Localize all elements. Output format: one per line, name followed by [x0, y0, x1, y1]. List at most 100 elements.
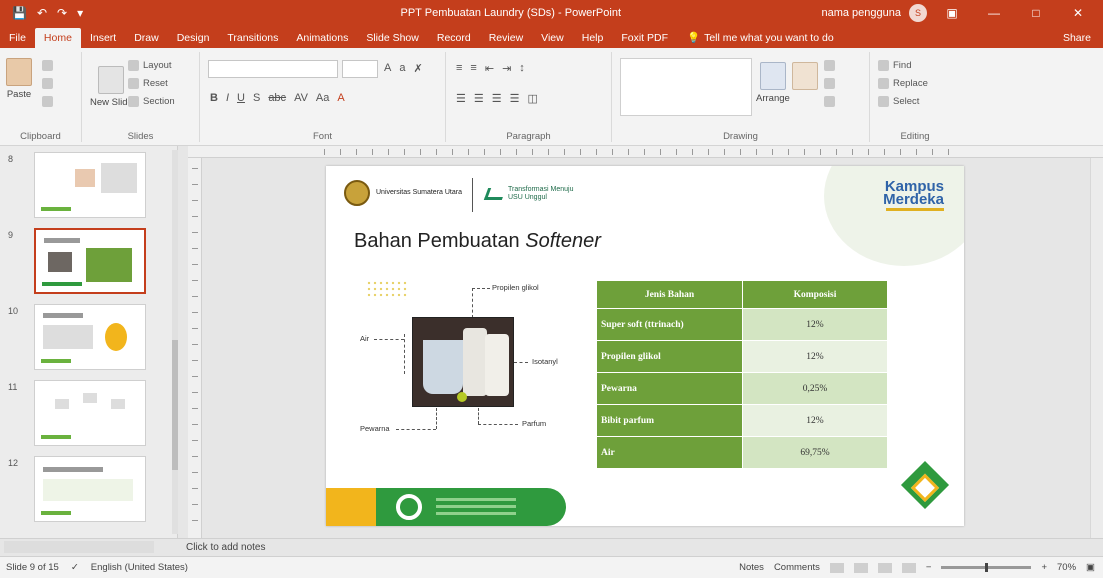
select-button[interactable]: Select [878, 96, 919, 107]
slide-thumbnail[interactable]: 8 [0, 152, 170, 226]
zoom-level[interactable]: 70% [1057, 562, 1076, 573]
thumbnail-preview [34, 228, 146, 294]
fit-slide-icon[interactable]: ▣ [1086, 562, 1095, 573]
shape-fill-button[interactable] [824, 60, 835, 71]
ribbon-display-icon[interactable]: ▣ [935, 6, 969, 20]
tab-slide-show[interactable]: Slide Show [357, 28, 428, 48]
spacing-icon[interactable]: AV [294, 92, 308, 104]
cut-button[interactable] [42, 60, 53, 71]
shape-effects-button[interactable] [824, 96, 835, 107]
minimize-icon[interactable]: — [977, 6, 1011, 20]
reset-button[interactable]: Reset [128, 78, 168, 89]
zoom-slider-knob[interactable] [985, 563, 989, 572]
tab-design[interactable]: Design [168, 28, 219, 48]
tell-me-search[interactable]: 💡 Tell me what you want to do [677, 28, 844, 48]
shape-outline-button[interactable] [824, 78, 835, 89]
avatar[interactable]: S [909, 4, 927, 22]
zoom-out-icon[interactable]: − [926, 562, 932, 573]
slide-thumbnail[interactable]: 11 [0, 380, 170, 454]
slide-sorter-icon[interactable] [853, 562, 868, 573]
title-bar: 💾 ↶ ↷ ▾ PPT Pembuatan Laundry (SDs) - Po… [0, 0, 1103, 26]
increase-indent-icon[interactable]: ⇥ [502, 62, 511, 75]
columns-icon[interactable]: ◫ [528, 92, 538, 105]
shrink-font-icon[interactable]: a [399, 62, 405, 75]
tab-draw[interactable]: Draw [125, 28, 168, 48]
arrange-button[interactable]: Arrange [756, 62, 790, 104]
tab-file[interactable]: File [0, 28, 35, 48]
numbering-icon[interactable]: ≡ [470, 62, 476, 75]
quick-styles-icon [792, 62, 818, 90]
share-button[interactable]: Share [1051, 28, 1103, 48]
normal-view-icon[interactable] [829, 562, 844, 573]
tab-review[interactable]: Review [480, 28, 532, 48]
slide-thumbnail-active[interactable]: 9 [0, 228, 170, 302]
layout-button[interactable]: Layout [128, 60, 172, 71]
tab-foxit-pdf[interactable]: Foxit PDF [612, 28, 677, 48]
new-slide-button[interactable]: New Slide [90, 66, 133, 108]
section-button[interactable]: Section [128, 96, 175, 107]
bullets-icon[interactable]: ≡ [456, 62, 462, 75]
connector-line [472, 288, 490, 289]
align-center-icon[interactable]: ☰ [474, 92, 484, 105]
justify-icon[interactable]: ☰ [510, 92, 520, 105]
bold-icon[interactable]: B [210, 92, 218, 104]
comments-button[interactable]: Comments [774, 562, 820, 573]
shadow-icon[interactable]: S [253, 92, 260, 104]
change-case-icon[interactable]: Aa [316, 92, 329, 104]
transformation-logo: Transformasi Menuju USU Unggul [483, 186, 588, 202]
table-row: Pewarna 0,25% [596, 372, 888, 405]
undo-icon[interactable]: ↶ [37, 6, 47, 20]
tab-view[interactable]: View [532, 28, 573, 48]
slide-title[interactable]: Bahan Pembuatan Softener [354, 230, 601, 253]
tab-record[interactable]: Record [428, 28, 480, 48]
zoom-in-icon[interactable]: + [1041, 562, 1047, 573]
notes-bar: Click to add notes [0, 538, 1103, 556]
decrease-indent-icon[interactable]: ⇤ [485, 62, 494, 75]
clear-format-icon[interactable]: ✗ [413, 62, 422, 75]
slide-thumbnail[interactable]: 12 [0, 456, 170, 530]
font-size-box[interactable] [342, 60, 378, 78]
shapes-gallery[interactable] [620, 58, 752, 116]
slide-thumbnail[interactable]: 10 [0, 304, 170, 378]
close-icon[interactable]: ✕ [1061, 6, 1095, 20]
replace-button[interactable]: Replace [878, 78, 928, 89]
tab-help[interactable]: Help [573, 28, 613, 48]
thumbnail-scrollbar[interactable] [172, 150, 178, 534]
canvas-scrollbar[interactable] [1090, 158, 1103, 538]
italic-icon[interactable]: I [226, 92, 229, 104]
quick-styles-button[interactable] [792, 62, 818, 93]
spellcheck-icon[interactable]: ✓ [71, 562, 79, 573]
notes-placeholder[interactable]: Click to add notes [186, 542, 266, 553]
tab-animations[interactable]: Animations [287, 28, 357, 48]
redo-icon[interactable]: ↷ [57, 6, 67, 20]
save-icon[interactable]: 💾 [12, 6, 27, 20]
paste-button[interactable]: Paste [6, 58, 32, 100]
thumb-shape [55, 399, 69, 409]
zoom-slider[interactable] [941, 563, 1032, 572]
font-name-box[interactable] [208, 60, 338, 78]
reading-view-icon[interactable] [877, 562, 892, 573]
current-slide[interactable]: Universitas Sumatera Utara Transformasi … [326, 166, 964, 526]
format-painter-button[interactable] [42, 96, 53, 107]
language-indicator[interactable]: English (United States) [91, 562, 188, 573]
customize-toolbar-icon[interactable]: ▾ [77, 6, 83, 20]
find-button[interactable]: Find [878, 60, 911, 71]
grow-font-icon[interactable]: A [384, 62, 391, 75]
underline-icon[interactable]: U [237, 92, 245, 104]
notes-button[interactable]: Notes [739, 562, 764, 573]
user-name[interactable]: nama pengguna [821, 7, 901, 19]
copy-button[interactable] [42, 78, 53, 89]
font-color-icon[interactable]: A [337, 92, 344, 104]
line-spacing-icon[interactable]: ↕ [519, 62, 525, 75]
align-right-icon[interactable]: ☰ [492, 92, 502, 105]
strikethrough-icon[interactable]: abc [268, 92, 286, 104]
scrollbar-thumb[interactable] [172, 340, 178, 470]
kampus-merdeka-logo: Kampus Merdeka [883, 179, 944, 211]
tab-home[interactable]: Home [34, 28, 81, 48]
slideshow-icon[interactable] [901, 562, 916, 573]
thumbnail-preview [34, 304, 146, 370]
tab-transitions[interactable]: Transitions [218, 28, 287, 48]
align-left-icon[interactable]: ☰ [456, 92, 466, 105]
maximize-icon[interactable]: □ [1019, 6, 1053, 20]
tab-insert[interactable]: Insert [81, 28, 125, 48]
